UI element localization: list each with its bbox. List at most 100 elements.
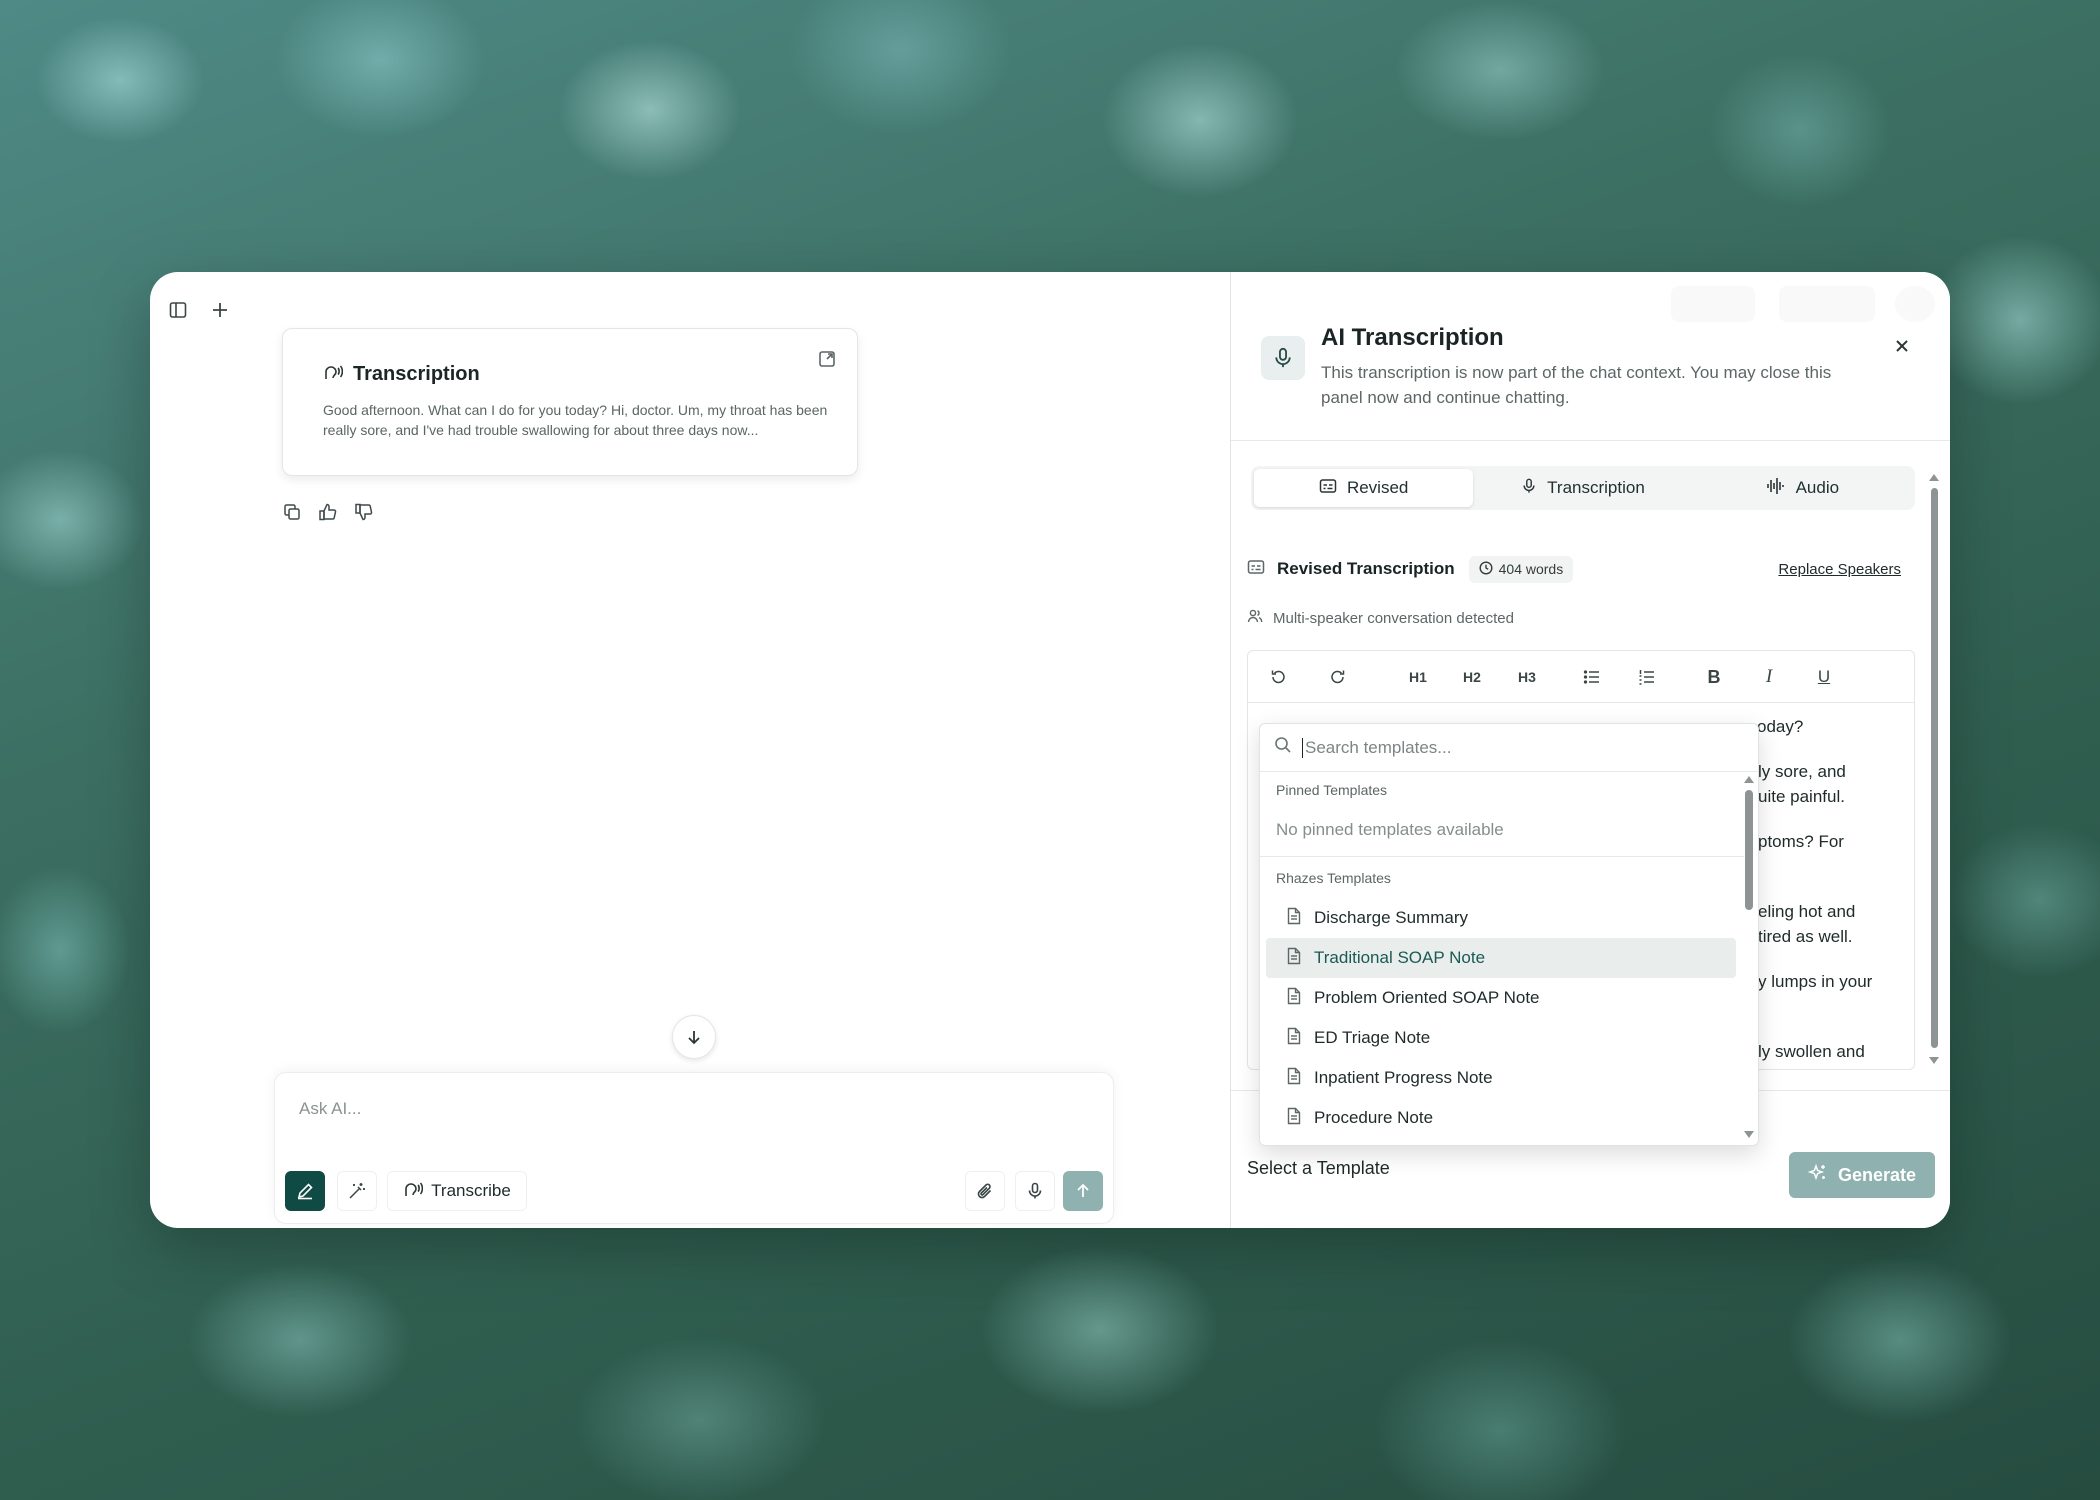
template-search-input[interactable] <box>1302 737 1702 758</box>
tab-transcription[interactable]: Transcription <box>1473 469 1692 507</box>
document-icon <box>1286 1107 1302 1130</box>
redo-icon[interactable] <box>1324 663 1352 691</box>
word-count: 404 words <box>1498 561 1564 577</box>
revised-header: Revised Transcription 404 words Replace … <box>1247 554 1917 584</box>
divider <box>1231 440 1950 441</box>
scrollbar-thumb[interactable] <box>1745 790 1753 910</box>
dropdown-scrollbar[interactable] <box>1744 776 1754 1138</box>
transcribe-icon <box>403 1180 424 1203</box>
underline-button[interactable]: U <box>1810 663 1838 691</box>
microphone-icon <box>1261 336 1305 380</box>
waveform-icon <box>1766 477 1786 500</box>
divider <box>1260 856 1744 857</box>
users-icon <box>1247 608 1263 628</box>
background-header-button <box>1779 286 1875 322</box>
template-label: Inpatient Progress Note <box>1314 1068 1493 1087</box>
document-icon <box>1286 1027 1302 1050</box>
heading-1-button[interactable]: H1 <box>1404 663 1432 691</box>
template-item[interactable]: ED Triage Note <box>1266 1018 1736 1058</box>
transcribe-icon <box>323 363 344 386</box>
scroll-up-arrow-icon[interactable] <box>1929 474 1939 481</box>
tab-label: Revised <box>1346 478 1409 497</box>
send-button[interactable] <box>1063 1171 1103 1211</box>
select-template-trigger[interactable]: Select a Template <box>1247 1158 1390 1179</box>
scrollbar-thumb[interactable] <box>1931 488 1938 1048</box>
template-label: Discharge Summary <box>1314 908 1468 927</box>
mic-icon <box>1521 477 1537 500</box>
editor-text-line: ptoms? For <box>1758 832 1844 851</box>
word-count-badge: 404 words <box>1468 555 1574 583</box>
template-label: ED Triage Note <box>1314 1028 1431 1047</box>
scroll-to-bottom-button[interactable] <box>672 1015 716 1059</box>
heading-3-button[interactable]: H3 <box>1513 663 1541 691</box>
tab-label: Transcription <box>1547 478 1645 497</box>
close-icon[interactable] <box>1886 330 1918 362</box>
sidebar-toggle-icon[interactable] <box>160 292 196 328</box>
tab-label: Audio <box>1795 478 1840 497</box>
heading-2-button[interactable]: H2 <box>1458 663 1486 691</box>
template-search <box>1260 724 1758 772</box>
generate-button[interactable]: Generate <box>1789 1152 1935 1198</box>
editor-text-line: eling hot and <box>1758 902 1856 921</box>
open-external-icon[interactable] <box>817 349 837 374</box>
background-header-button <box>1671 286 1755 322</box>
transcribe-button[interactable]: Transcribe <box>387 1171 527 1211</box>
template-list: Discharge Summary Traditional SOAP Note … <box>1266 898 1736 1138</box>
revised-title: Revised Transcription <box>1277 559 1455 578</box>
template-label: Procedure Note <box>1314 1108 1434 1127</box>
tab-revised[interactable]: Revised <box>1254 469 1474 507</box>
editor-text-line: tired as well. <box>1758 927 1853 946</box>
card-header: Transcription <box>323 363 835 386</box>
transcribe-label: Transcribe <box>431 1181 511 1200</box>
thumbs-up-icon[interactable] <box>316 500 340 524</box>
card-preview-text: Good afternoon. What can I do for you to… <box>323 402 828 438</box>
bold-button[interactable]: B <box>1700 663 1728 691</box>
thumbs-down-icon[interactable] <box>352 500 376 524</box>
rhazes-templates-label: Rhazes Templates <box>1276 870 1391 886</box>
template-dropdown: Pinned Templates No pinned templates ava… <box>1259 723 1759 1146</box>
sparkles-icon <box>1807 1163 1828 1188</box>
panel-description: This transcription is now part of the ch… <box>1321 363 1832 407</box>
template-item[interactable]: Discharge Summary <box>1266 898 1736 938</box>
editor-toolbar: H1 H2 H3 B I U <box>1248 651 1914 703</box>
caption-icon <box>1319 478 1337 499</box>
template-item[interactable]: Problem Oriented SOAP Note <box>1266 978 1736 1018</box>
template-item[interactable]: Inpatient Progress Note <box>1266 1058 1736 1098</box>
template-item[interactable]: Procedure Note <box>1266 1098 1736 1138</box>
numbered-list-icon[interactable] <box>1633 663 1661 691</box>
search-icon <box>1274 736 1292 759</box>
chat-composer: Transcribe <box>274 1072 1114 1224</box>
panel-header: AI Transcription This transcription is n… <box>1261 324 1841 410</box>
caption-icon <box>1247 559 1265 580</box>
message-actions <box>280 500 376 524</box>
editor-text-line: uite painful. <box>1758 787 1845 806</box>
italic-button[interactable]: I <box>1755 663 1783 691</box>
scroll-down-arrow-icon[interactable] <box>1744 1131 1754 1138</box>
template-item[interactable]: Traditional SOAP Note <box>1266 938 1736 978</box>
background-avatar <box>1895 286 1935 322</box>
generate-label: Generate <box>1837 1164 1917 1185</box>
scroll-down-arrow-icon[interactable] <box>1929 1057 1939 1064</box>
document-icon <box>1286 907 1302 930</box>
panel-scrollbar[interactable] <box>1929 474 1939 1064</box>
new-chat-plus-icon[interactable] <box>202 292 238 328</box>
bullet-list-icon[interactable] <box>1578 663 1606 691</box>
ask-ai-input[interactable] <box>299 1099 1079 1119</box>
magic-wand-icon[interactable] <box>337 1171 377 1211</box>
editor-text-line: ly swollen and <box>1758 1042 1865 1061</box>
scroll-up-arrow-icon[interactable] <box>1744 776 1754 783</box>
replace-speakers-link[interactable]: Replace Speakers <box>1778 561 1901 578</box>
document-icon <box>1286 1067 1302 1090</box>
template-label: Traditional SOAP Note <box>1314 948 1486 967</box>
document-icon <box>1286 947 1302 970</box>
copy-icon[interactable] <box>280 500 304 524</box>
card-title: Transcription <box>353 363 480 385</box>
write-mode-button[interactable] <box>285 1171 325 1211</box>
paperclip-icon[interactable] <box>965 1171 1005 1211</box>
pinned-empty-text: No pinned templates available <box>1276 820 1504 839</box>
transcription-card[interactable]: Transcription Good afternoon. What can I… <box>282 328 858 476</box>
undo-icon[interactable] <box>1264 663 1292 691</box>
tab-audio[interactable]: Audio <box>1693 469 1912 507</box>
editor-text-line: oday? <box>1757 717 1804 736</box>
microphone-icon[interactable] <box>1015 1171 1055 1211</box>
